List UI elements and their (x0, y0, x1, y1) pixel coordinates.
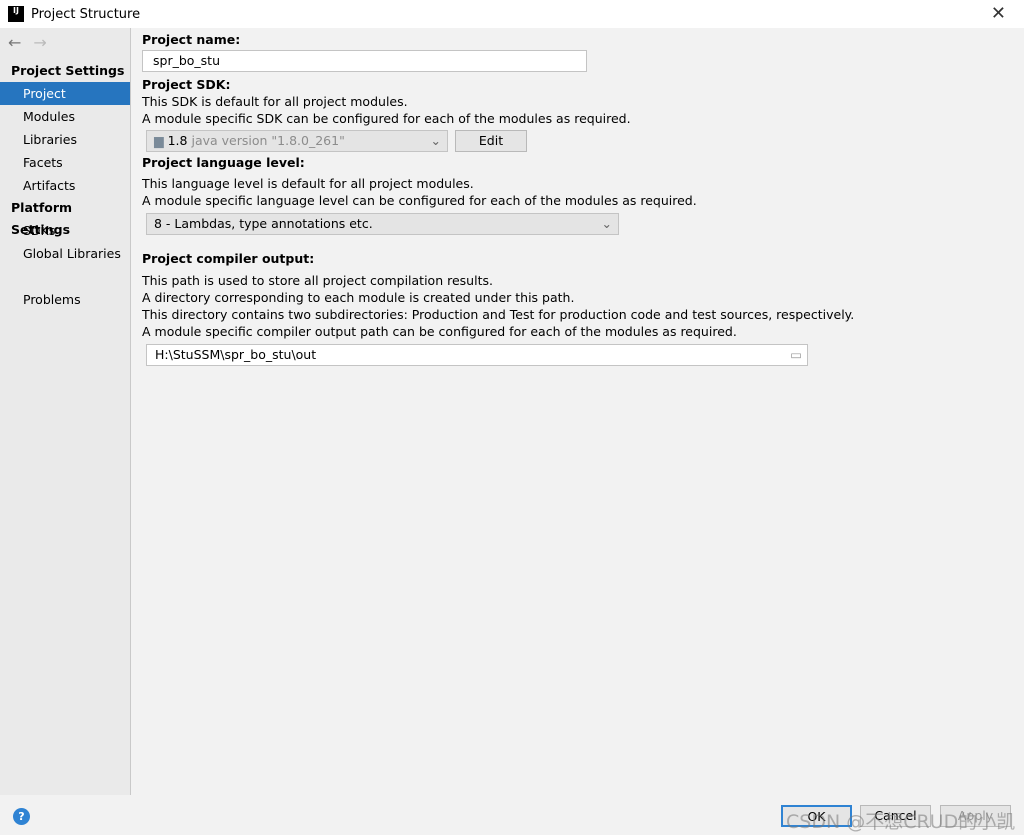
sidebar-item-problems[interactable]: Problems (0, 288, 130, 311)
project-name-label: Project name: (142, 32, 241, 47)
output-description: A module specific compiler output path c… (142, 324, 737, 339)
sdk-description: A module specific SDK can be configured … (142, 111, 631, 126)
sidebar: ← → Project Settings Project Modules Libr… (0, 28, 131, 795)
project-name-input[interactable]: spr_bo_stu (142, 50, 587, 72)
sidebar-item-artifacts[interactable]: Artifacts (0, 174, 130, 197)
section-project-settings: Project Settings (11, 63, 125, 78)
close-icon[interactable]: ✕ (991, 3, 1006, 24)
forward-arrow-icon[interactable]: → (33, 33, 46, 52)
sidebar-item-libraries[interactable]: Libraries (0, 128, 130, 151)
project-settings-panel: Project name: spr_bo_stu Project SDK: Th… (142, 28, 854, 366)
watermark: CSDN @不想CRUD的小凯 (786, 811, 1016, 833)
sidebar-item-project[interactable]: Project (0, 82, 130, 105)
output-description: This path is used to store all project c… (142, 273, 493, 288)
chevron-down-icon: ⌄ (430, 133, 441, 148)
edit-button[interactable]: Edit (455, 130, 527, 152)
section-platform-settings: Platform Settings (11, 200, 73, 237)
language-level-label: Project language level: (142, 155, 305, 170)
output-description: A directory corresponding to each module… (142, 290, 575, 305)
window-title: Project Structure (31, 6, 141, 22)
sidebar-item-global-libraries[interactable]: Global Libraries (0, 242, 130, 265)
browse-folder-icon[interactable]: ▭ (790, 345, 802, 365)
title-bar: IJ Project Structure ✕ (0, 0, 1024, 28)
output-description: This directory contains two subdirectori… (142, 307, 855, 322)
sdk-dropdown[interactable]: ▆ 1.8 java version "1.8.0_261" ⌄ (146, 130, 448, 152)
sidebar-item-modules[interactable]: Modules (0, 105, 130, 128)
back-arrow-icon[interactable]: ← (8, 33, 21, 52)
folder-icon: ▆ (154, 133, 164, 148)
language-level-dropdown[interactable]: 8 - Lambdas, type annotations etc. ⌄ (146, 213, 619, 235)
sidebar-item-facets[interactable]: Facets (0, 151, 130, 174)
help-icon[interactable]: ? (13, 808, 30, 825)
intellij-logo: IJ (8, 6, 24, 22)
language-description: A module specific language level can be … (142, 193, 697, 208)
project-sdk-label: Project SDK: (142, 77, 231, 92)
compiler-output-label: Project compiler output: (142, 251, 315, 266)
chevron-down-icon: ⌄ (601, 216, 612, 231)
compiler-output-input[interactable]: H:\StuSSM\spr_bo_stu\out ▭ (146, 344, 808, 366)
language-description: This language level is default for all p… (142, 176, 474, 191)
sdk-description: This SDK is default for all project modu… (142, 94, 408, 109)
